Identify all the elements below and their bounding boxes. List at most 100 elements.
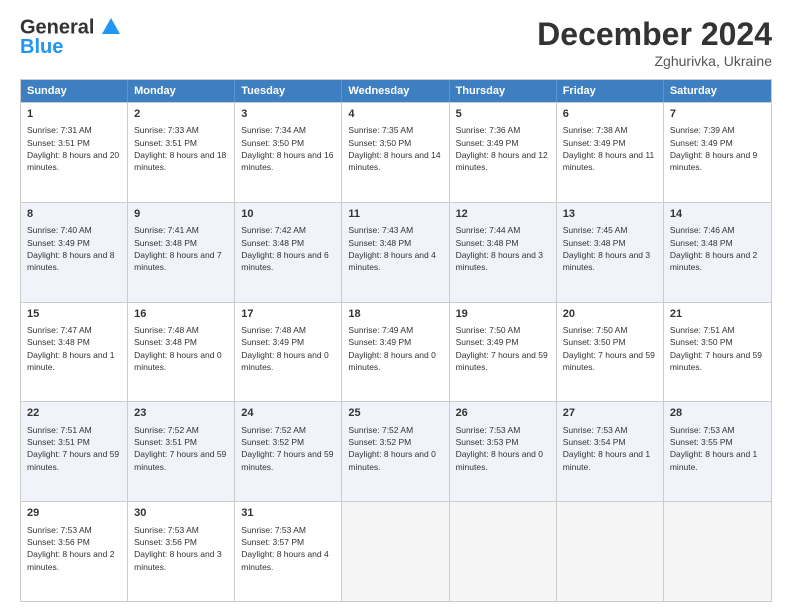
day-cell-19: 19 Sunrise: 7:50 AM Sunset: 3:49 PM Dayli… — [450, 303, 557, 402]
day-details: Sunrise: 7:47 AM Sunset: 3:48 PM Dayligh… — [27, 324, 121, 373]
logo: General Blue — [20, 16, 122, 58]
day-number: 28 — [670, 406, 765, 421]
day-number: 19 — [456, 307, 550, 322]
day-details: Sunrise: 7:40 AM Sunset: 3:49 PM Dayligh… — [27, 224, 121, 273]
day-details: Sunrise: 7:31 AM Sunset: 3:51 PM Dayligh… — [27, 124, 121, 173]
day-details: Sunrise: 7:45 AM Sunset: 3:48 PM Dayligh… — [563, 224, 657, 273]
day-cell-22: 22Sunrise: 7:51 AM Sunset: 3:51 PM Dayli… — [21, 402, 128, 501]
day-number: 16 — [134, 307, 228, 322]
day-cell-17: 17 Sunrise: 7:48 AM Sunset: 3:49 PM Dayli… — [235, 303, 342, 402]
calendar-row-4: 22Sunrise: 7:51 AM Sunset: 3:51 PM Dayli… — [21, 401, 771, 501]
header-day-sunday: Sunday — [21, 80, 128, 102]
day-number: 7 — [670, 107, 765, 122]
header-day-friday: Friday — [557, 80, 664, 102]
day-number: 2 — [134, 107, 228, 122]
day-cell-20: 20Sunrise: 7:50 AM Sunset: 3:50 PM Dayli… — [557, 303, 664, 402]
day-cell-27: 27 Sunrise: 7:53 AM Sunset: 3:54 PM Dayli… — [557, 402, 664, 501]
day-details: Sunrise: 7:53 AM Sunset: 3:57 PM Dayligh… — [241, 524, 335, 573]
day-details: Sunrise: 7:38 AM Sunset: 3:49 PM Dayligh… — [563, 124, 657, 173]
day-cell-1: 1 Sunrise: 7:31 AM Sunset: 3:51 PM Daylig… — [21, 103, 128, 202]
day-details: Sunrise: 7:51 AM Sunset: 3:51 PM Dayligh… — [27, 424, 121, 473]
day-cell-23: 23 Sunrise: 7:52 AM Sunset: 3:51 PM Dayli… — [128, 402, 235, 501]
day-details: Sunrise: 7:41 AM Sunset: 3:48 PM Dayligh… — [134, 224, 228, 273]
day-cell-15: 15 Sunrise: 7:47 AM Sunset: 3:48 PM Dayli… — [21, 303, 128, 402]
day-number: 17 — [241, 307, 335, 322]
day-cell-25: 25 Sunrise: 7:52 AM Sunset: 3:52 PM Dayli… — [342, 402, 449, 501]
day-number: 11 — [348, 207, 442, 222]
logo-blue: Blue — [20, 36, 63, 58]
calendar-header: SundayMondayTuesdayWednesdayThursdayFrid… — [21, 80, 771, 102]
day-details: Sunrise: 7:53 AM Sunset: 3:54 PM Dayligh… — [563, 424, 657, 473]
day-details: Sunrise: 7:48 AM Sunset: 3:48 PM Dayligh… — [134, 324, 228, 373]
empty-cell — [342, 502, 449, 601]
day-cell-30: 30Sunrise: 7:53 AM Sunset: 3:56 PM Dayli… — [128, 502, 235, 601]
day-details: Sunrise: 7:53 AM Sunset: 3:56 PM Dayligh… — [134, 524, 228, 573]
day-cell-5: 5 Sunrise: 7:36 AM Sunset: 3:49 PM Daylig… — [450, 103, 557, 202]
day-cell-10: 10Sunrise: 7:42 AM Sunset: 3:48 PM Dayli… — [235, 203, 342, 302]
day-details: Sunrise: 7:46 AM Sunset: 3:48 PM Dayligh… — [670, 224, 765, 273]
day-number: 24 — [241, 406, 335, 421]
day-cell-16: 16 Sunrise: 7:48 AM Sunset: 3:48 PM Dayli… — [128, 303, 235, 402]
calendar: SundayMondayTuesdayWednesdayThursdayFrid… — [20, 79, 772, 602]
page: General Blue December 2024 Zghurivka, Uk… — [0, 0, 792, 612]
calendar-row-5: 29 Sunrise: 7:53 AM Sunset: 3:56 PM Dayli… — [21, 501, 771, 601]
day-number: 5 — [456, 107, 550, 122]
day-cell-26: 26 Sunrise: 7:53 AM Sunset: 3:53 PM Dayli… — [450, 402, 557, 501]
day-number: 8 — [27, 207, 121, 222]
day-number: 1 — [27, 107, 121, 122]
day-details: Sunrise: 7:52 AM Sunset: 3:51 PM Dayligh… — [134, 424, 228, 473]
day-cell-7: 7Sunrise: 7:39 AM Sunset: 3:49 PM Daylig… — [664, 103, 771, 202]
day-details: Sunrise: 7:53 AM Sunset: 3:56 PM Dayligh… — [27, 524, 121, 573]
day-details: Sunrise: 7:53 AM Sunset: 3:55 PM Dayligh… — [670, 424, 765, 473]
day-number: 26 — [456, 406, 550, 421]
day-details: Sunrise: 7:34 AM Sunset: 3:50 PM Dayligh… — [241, 124, 335, 173]
day-cell-18: 18 Sunrise: 7:49 AM Sunset: 3:49 PM Dayli… — [342, 303, 449, 402]
day-details: Sunrise: 7:49 AM Sunset: 3:49 PM Dayligh… — [348, 324, 442, 373]
day-cell-6: 6 Sunrise: 7:38 AM Sunset: 3:49 PM Daylig… — [557, 103, 664, 202]
day-cell-9: 9Sunrise: 7:41 AM Sunset: 3:48 PM Daylig… — [128, 203, 235, 302]
day-cell-12: 12Sunrise: 7:44 AM Sunset: 3:48 PM Dayli… — [450, 203, 557, 302]
calendar-row-2: 8 Sunrise: 7:40 AM Sunset: 3:49 PM Daylig… — [21, 202, 771, 302]
day-details: Sunrise: 7:52 AM Sunset: 3:52 PM Dayligh… — [348, 424, 442, 473]
calendar-row-1: 1 Sunrise: 7:31 AM Sunset: 3:51 PM Daylig… — [21, 102, 771, 202]
day-details: Sunrise: 7:53 AM Sunset: 3:53 PM Dayligh… — [456, 424, 550, 473]
month-title: December 2024 — [537, 16, 772, 53]
location: Zghurivka, Ukraine — [537, 53, 772, 69]
header-day-wednesday: Wednesday — [342, 80, 449, 102]
day-cell-21: 21Sunrise: 7:51 AM Sunset: 3:50 PM Dayli… — [664, 303, 771, 402]
day-details: Sunrise: 7:33 AM Sunset: 3:51 PM Dayligh… — [134, 124, 228, 173]
day-details: Sunrise: 7:36 AM Sunset: 3:49 PM Dayligh… — [456, 124, 550, 173]
day-cell-11: 11 Sunrise: 7:43 AM Sunset: 3:48 PM Dayli… — [342, 203, 449, 302]
day-number: 10 — [241, 207, 335, 222]
day-cell-4: 4Sunrise: 7:35 AM Sunset: 3:50 PM Daylig… — [342, 103, 449, 202]
header: General Blue December 2024 Zghurivka, Uk… — [20, 16, 772, 69]
day-cell-31: 31Sunrise: 7:53 AM Sunset: 3:57 PM Dayli… — [235, 502, 342, 601]
day-number: 14 — [670, 207, 765, 222]
day-number: 18 — [348, 307, 442, 322]
day-details: Sunrise: 7:48 AM Sunset: 3:49 PM Dayligh… — [241, 324, 335, 373]
day-number: 27 — [563, 406, 657, 421]
title-section: December 2024 Zghurivka, Ukraine — [537, 16, 772, 69]
empty-cell — [664, 502, 771, 601]
day-number: 21 — [670, 307, 765, 322]
day-number: 3 — [241, 107, 335, 122]
day-cell-24: 24Sunrise: 7:52 AM Sunset: 3:52 PM Dayli… — [235, 402, 342, 501]
day-details: Sunrise: 7:50 AM Sunset: 3:50 PM Dayligh… — [563, 324, 657, 373]
day-details: Sunrise: 7:35 AM Sunset: 3:50 PM Dayligh… — [348, 124, 442, 173]
logo-icon — [100, 16, 122, 38]
day-number: 13 — [563, 207, 657, 222]
header-day-saturday: Saturday — [664, 80, 771, 102]
day-number: 25 — [348, 406, 442, 421]
day-number: 29 — [27, 506, 121, 521]
day-cell-3: 3 Sunrise: 7:34 AM Sunset: 3:50 PM Daylig… — [235, 103, 342, 202]
day-number: 6 — [563, 107, 657, 122]
day-number: 15 — [27, 307, 121, 322]
day-details: Sunrise: 7:44 AM Sunset: 3:48 PM Dayligh… — [456, 224, 550, 273]
empty-cell — [450, 502, 557, 601]
day-cell-8: 8 Sunrise: 7:40 AM Sunset: 3:49 PM Daylig… — [21, 203, 128, 302]
day-details: Sunrise: 7:43 AM Sunset: 3:48 PM Dayligh… — [348, 224, 442, 273]
day-number: 23 — [134, 406, 228, 421]
calendar-body: 1 Sunrise: 7:31 AM Sunset: 3:51 PM Daylig… — [21, 102, 771, 601]
day-cell-29: 29 Sunrise: 7:53 AM Sunset: 3:56 PM Dayli… — [21, 502, 128, 601]
day-details: Sunrise: 7:50 AM Sunset: 3:49 PM Dayligh… — [456, 324, 550, 373]
